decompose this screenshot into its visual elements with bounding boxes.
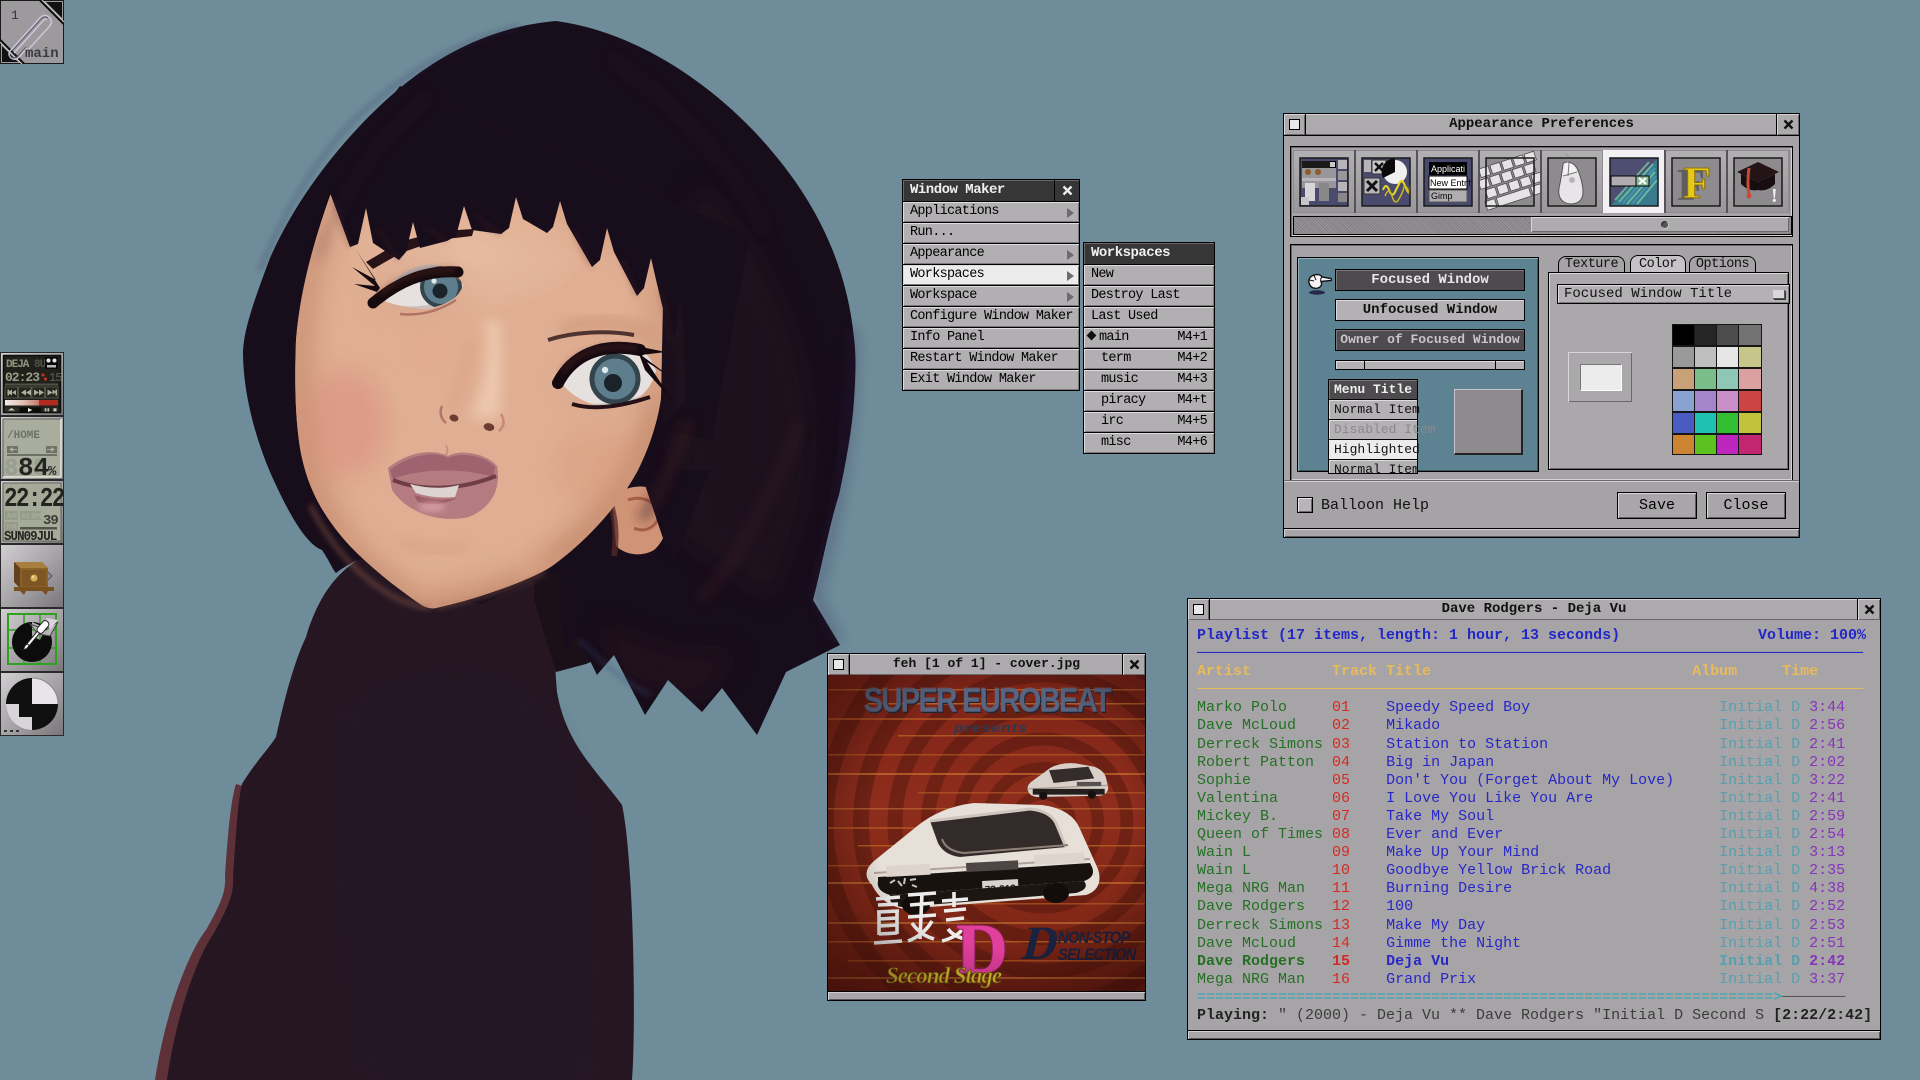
svg-text:39: 39 <box>43 513 58 529</box>
svg-text:AM: AM <box>7 512 17 522</box>
svg-text:%: % <box>48 464 57 480</box>
svg-text:02:23: 02:23 <box>5 370 40 385</box>
svg-text:F: F <box>1683 157 1711 208</box>
svg-text:Gimp: Gimp <box>1431 191 1453 201</box>
svg-text:!: ! <box>1771 185 1778 207</box>
svg-text:/HOME: /HOME <box>7 430 40 442</box>
svg-text:SUN09JUL: SUN09JUL <box>4 529 57 545</box>
svg-text:15: 15 <box>49 371 62 385</box>
svg-text:22:22: 22:22 <box>4 484 64 514</box>
svg-text:ALRM: ALRM <box>21 512 41 522</box>
svg-text:1: 1 <box>11 8 19 23</box>
svg-text:main: main <box>25 46 59 62</box>
svg-text:New Entr†: New Entr† <box>1430 178 1472 188</box>
svg-text:Applicati: Applicati <box>1431 164 1465 174</box>
svg-text:84: 84 <box>18 453 49 483</box>
